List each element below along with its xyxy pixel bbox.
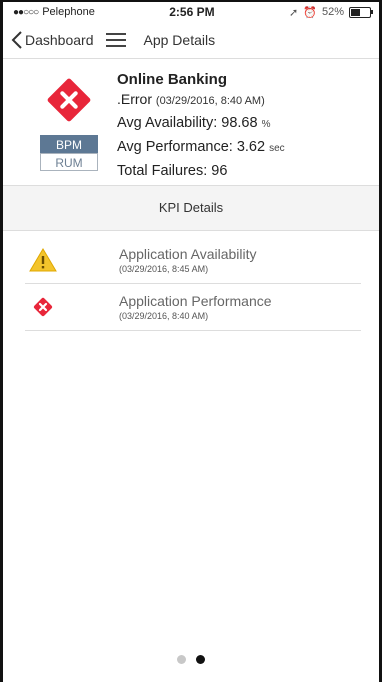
kpi-text: Application Performance (03/29/2016, 8:4…	[119, 293, 272, 321]
nav-bar: Dashboard App Details	[3, 22, 379, 59]
kpi-list: Application Availability (03/29/2016, 8:…	[3, 237, 379, 331]
back-button[interactable]: Dashboard	[11, 31, 94, 49]
availability-value: 98.68	[221, 115, 258, 131]
app-info: Online Banking .Error (03/29/2016, 8:40 …	[117, 71, 285, 179]
battery-fill	[351, 8, 360, 16]
page-indicator[interactable]	[3, 655, 379, 664]
kpi-timestamp: (03/29/2016, 8:45 AM)	[119, 264, 209, 274]
kpi-name: Application Availability	[119, 246, 257, 262]
status-right: ➚ ⏰ 52%	[289, 6, 373, 19]
warning-icon	[29, 248, 57, 272]
performance-unit: sec	[269, 143, 285, 154]
page-title: App Details	[143, 32, 216, 48]
alarm-icon: ⏰	[303, 6, 317, 19]
status-column: BPM RUM	[31, 73, 107, 171]
rum-tag[interactable]: RUM	[40, 153, 98, 171]
battery-percent: 52%	[321, 6, 344, 18]
kpi-details-header: KPI Details	[3, 186, 379, 231]
failures-value: 96	[211, 163, 228, 179]
bpm-tag[interactable]: BPM	[40, 135, 98, 153]
carrier-name: Pelephone	[42, 6, 95, 18]
availability-label: Avg Availability:	[117, 115, 218, 131]
app-name: Online Banking	[117, 71, 228, 88]
location-icon: ➚	[289, 6, 299, 19]
status-time: 2:56 PM	[169, 5, 215, 19]
performance-row: Avg Performance: 3.62 sec	[117, 136, 285, 160]
monitor-type-tags: BPM RUM	[40, 135, 98, 171]
availability-unit: %	[261, 119, 271, 130]
kpi-timestamp: (03/29/2016, 8:40 AM)	[119, 311, 209, 321]
back-button-label: Dashboard	[25, 32, 94, 48]
kpi-item-availability[interactable]: Application Availability (03/29/2016, 8:…	[25, 237, 361, 284]
signal-icon: ●●○○○	[13, 6, 39, 18]
error-icon	[33, 297, 53, 317]
kpi-icon-container	[25, 295, 61, 319]
kpi-text: Application Availability (03/29/2016, 8:…	[119, 246, 257, 274]
failures-row: Total Failures: 96	[117, 160, 285, 182]
page-dot-2[interactable]	[196, 655, 205, 664]
kpi-item-performance[interactable]: Application Performance (03/29/2016, 8:4…	[25, 284, 361, 331]
status-bar: ●●○○○ Pelephone 2:56 PM ➚ ⏰ 52%	[3, 2, 379, 22]
status-left: ●●○○○ Pelephone	[13, 6, 95, 18]
chevron-left-icon	[11, 31, 22, 49]
kpi-name: Application Performance	[119, 293, 272, 309]
kpi-icon-container	[25, 248, 61, 272]
performance-value: 3.62	[236, 139, 266, 155]
status-text: Error	[120, 91, 153, 107]
status-row: .Error (03/29/2016, 8:40 AM)	[117, 88, 285, 112]
phone-screen: ●●○○○ Pelephone 2:56 PM ➚ ⏰ 52% Dashboar…	[0, 0, 382, 682]
page-dot-1[interactable]	[177, 655, 186, 664]
performance-label: Avg Performance:	[117, 139, 233, 155]
availability-row: Avg Availability: 98.68 %	[117, 112, 285, 136]
error-status-icon	[47, 78, 91, 122]
failures-label: Total Failures:	[117, 163, 208, 179]
app-summary: BPM RUM Online Banking .Error (03/29/201…	[3, 59, 379, 186]
battery-icon	[349, 6, 373, 18]
status-timestamp: (03/29/2016, 8:40 AM)	[155, 95, 265, 107]
hamburger-menu-icon[interactable]	[105, 32, 126, 48]
